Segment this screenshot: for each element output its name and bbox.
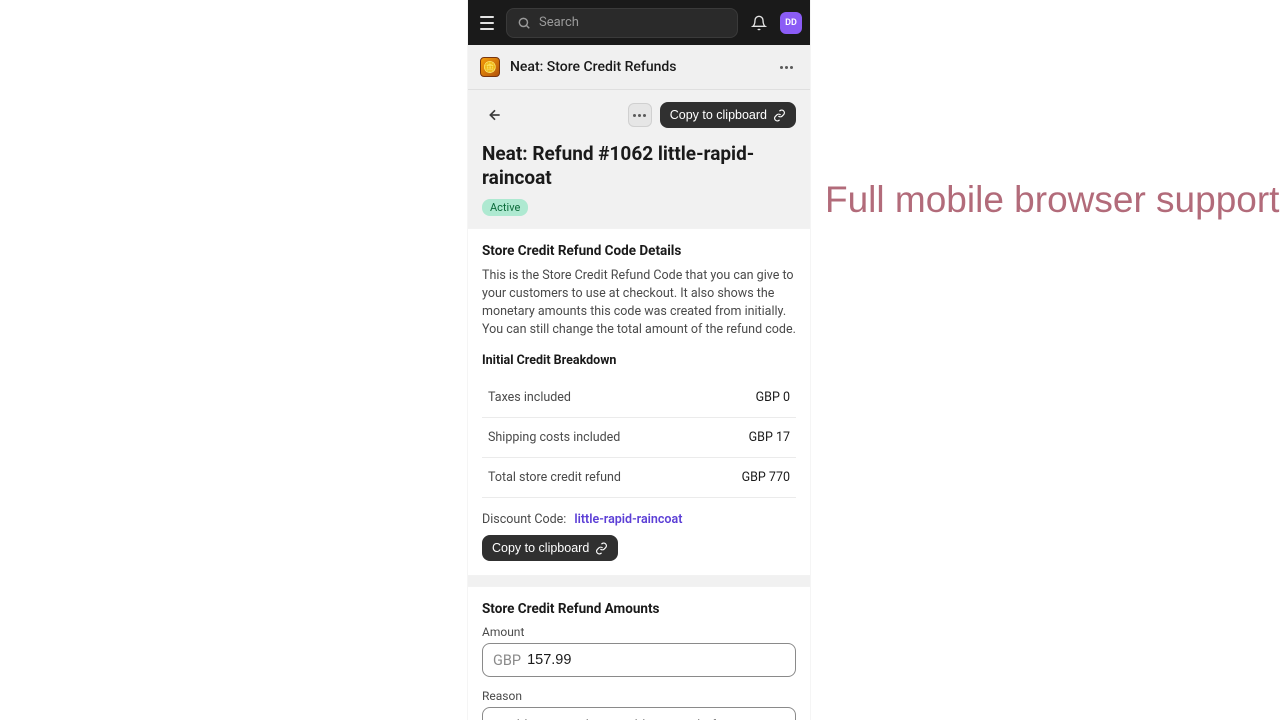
reason-label: Reason: [482, 689, 796, 703]
app-icon: 🪙: [480, 57, 500, 77]
discount-code-label: Discount Code:: [482, 512, 566, 527]
details-description: This is the Store Credit Refund Code tha…: [482, 267, 796, 340]
search-icon: [517, 16, 531, 30]
copy-discount-button[interactable]: Copy to clipboard: [482, 535, 618, 561]
notifications-icon[interactable]: [746, 10, 772, 36]
reason-textarea[interactable]: [482, 707, 796, 720]
mobile-device-frame: Search DD 🪙 Neat: Store Credit Refunds C…: [467, 0, 811, 720]
amounts-heading: Store Credit Refund Amounts: [482, 601, 796, 617]
app-more-icon[interactable]: [774, 55, 798, 79]
amount-label: Amount: [482, 625, 796, 639]
top-bar: Search DD: [468, 0, 810, 45]
amount-prefix: GBP: [493, 652, 521, 669]
amounts-card: Store Credit Refund Amounts Amount GBP R…: [468, 586, 810, 720]
link-icon: [595, 542, 608, 555]
breakdown-value: GBP 17: [749, 430, 790, 445]
breakdown-row: Total store credit refund GBP 770: [482, 458, 796, 498]
discount-code-value: little-rapid-raincoat: [574, 512, 682, 527]
search-input[interactable]: Search: [506, 8, 738, 38]
marketing-caption: Full mobile browser support: [825, 176, 1279, 224]
back-button[interactable]: [482, 102, 508, 128]
page-more-icon[interactable]: [628, 103, 652, 127]
details-heading: Store Credit Refund Code Details: [482, 243, 796, 259]
breakdown-row: Taxes included GBP 0: [482, 378, 796, 418]
menu-icon[interactable]: [476, 12, 498, 34]
avatar-initials: DD: [785, 18, 797, 28]
app-title: Neat: Store Credit Refunds: [510, 59, 764, 75]
breakdown-value: GBP 770: [742, 470, 790, 485]
amount-input[interactable]: GBP: [482, 643, 796, 677]
copy-button-label: Copy to clipboard: [492, 541, 589, 555]
amount-field[interactable]: [527, 652, 785, 668]
breakdown-label: Shipping costs included: [488, 430, 620, 445]
breakdown-label: Total store credit refund: [488, 470, 621, 485]
action-row: Copy to clipboard: [482, 102, 796, 128]
avatar[interactable]: DD: [780, 12, 802, 34]
details-card: Store Credit Refund Code Details This is…: [468, 228, 810, 577]
breakdown-row: Shipping costs included GBP 17: [482, 418, 796, 458]
arrow-left-icon: [487, 107, 503, 123]
status-badge: Active: [482, 199, 528, 216]
breakdown-heading: Initial Credit Breakdown: [482, 353, 796, 368]
page-title: Neat: Refund #1062 little-rapid-raincoat: [482, 142, 796, 190]
breakdown-value: GBP 0: [756, 390, 790, 405]
breakdown-label: Taxes included: [488, 390, 571, 405]
copy-button-label: Copy to clipboard: [670, 108, 767, 122]
discount-code-row: Discount Code: little-rapid-raincoat Cop…: [482, 512, 796, 561]
app-header: 🪙 Neat: Store Credit Refunds: [468, 45, 810, 90]
scroll-area[interactable]: Copy to clipboard Neat: Refund #1062 lit…: [468, 90, 810, 720]
copy-to-clipboard-button[interactable]: Copy to clipboard: [660, 102, 796, 128]
link-icon: [773, 109, 786, 122]
search-placeholder: Search: [539, 15, 579, 30]
